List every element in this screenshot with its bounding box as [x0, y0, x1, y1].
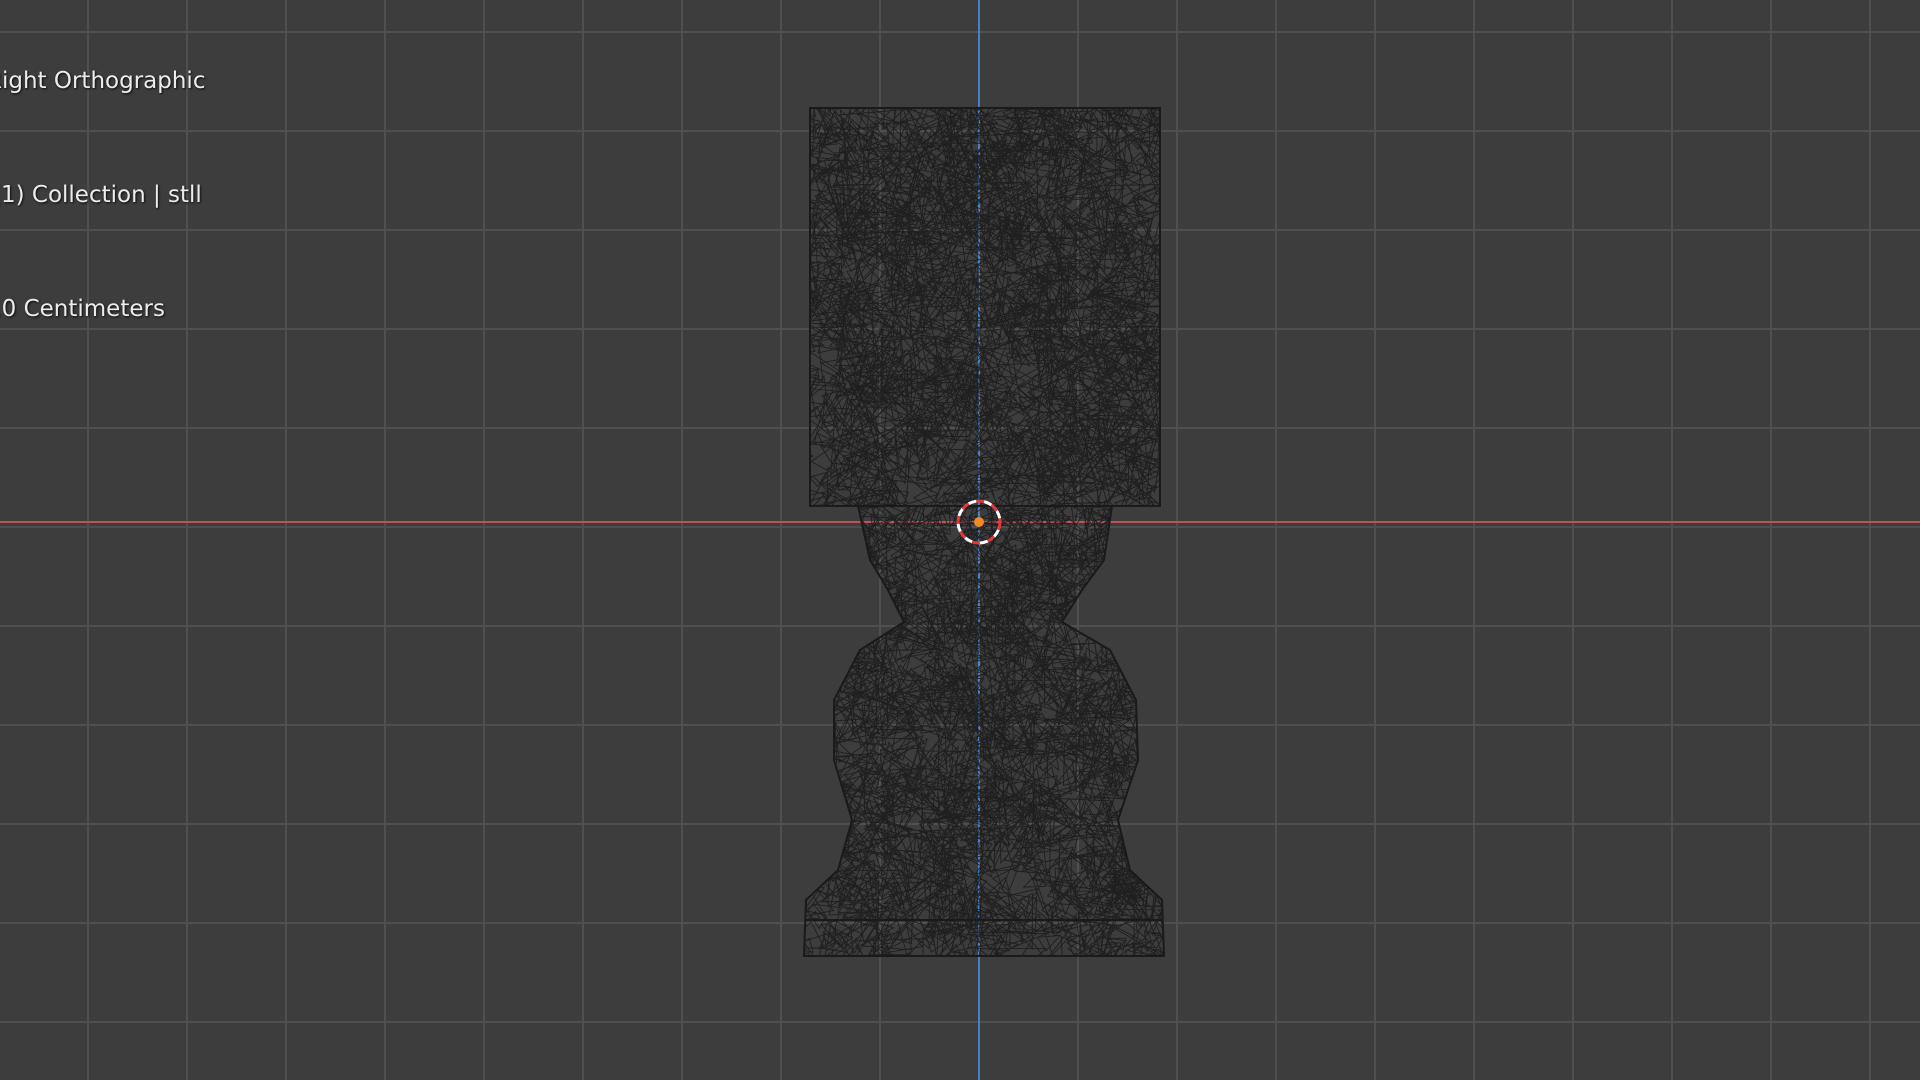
mesh-wire-edges — [804, 506, 1164, 956]
3d-viewport[interactable]: Right Orthographic (1) Collection | stll… — [0, 0, 1920, 1080]
object-origin-icon — [974, 517, 984, 527]
view-name-label: Right Orthographic — [0, 68, 206, 94]
collection-label: (1) Collection | stll — [0, 182, 202, 208]
viewport-info-overlay: Right Orthographic (1) Collection | stll… — [0, 0, 205, 404]
units-label: 10 Centimeters — [0, 296, 165, 322]
mesh-lower-body — [804, 506, 1164, 956]
viewport-canvas[interactable] — [0, 0, 1920, 1080]
